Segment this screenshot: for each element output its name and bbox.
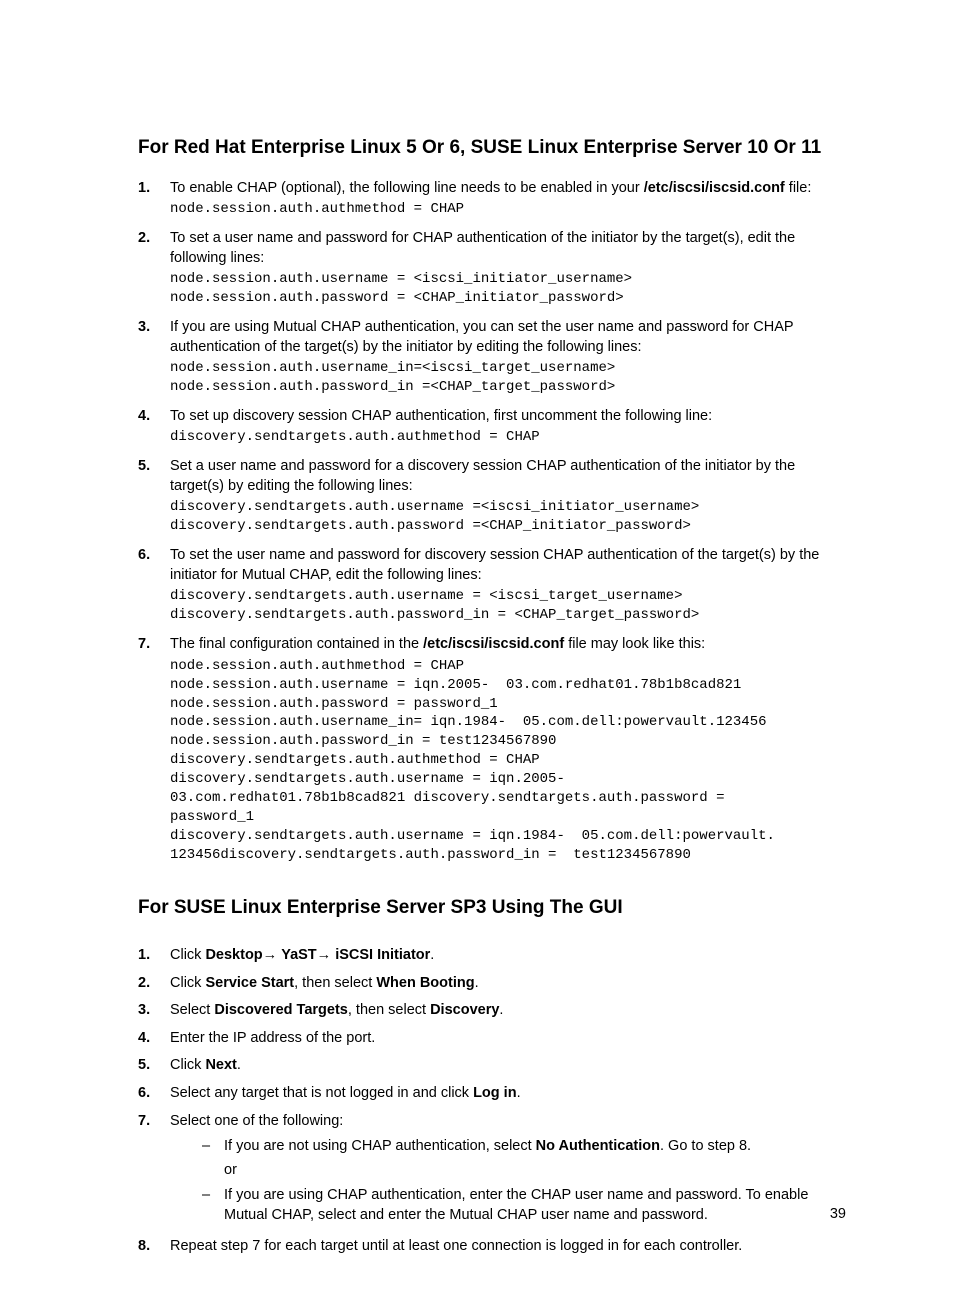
sub-option-text: If you are not using CHAP authentication…: [224, 1137, 846, 1157]
step-text: Enter the IP address of the port.: [170, 1029, 846, 1049]
step-number: 1.: [138, 179, 170, 199]
step-number: 1.: [138, 946, 170, 966]
step-text: To set the user name and password for di…: [170, 546, 846, 585]
code-block: node.session.auth.authmethod = CHAP node…: [170, 657, 846, 865]
step-text: Select Discovered Targets, then select D…: [170, 1001, 846, 1021]
step-8: 8. Repeat step 7 for each target until a…: [138, 1237, 846, 1259]
step-number: 2.: [138, 974, 170, 994]
step-text: Set a user name and password for a disco…: [170, 457, 846, 496]
procedure-list-2: 1. Click Desktop→ YaST→ iSCSI Initiator.…: [138, 946, 846, 1259]
step-text: The final configuration contained in the…: [170, 635, 846, 655]
step-text: Click Desktop→ YaST→ iSCSI Initiator.: [170, 946, 846, 966]
code-block: node.session.auth.username_in=<iscsi_tar…: [170, 359, 846, 397]
step-number: 7.: [138, 635, 170, 655]
step-text: Select one of the following:: [170, 1112, 846, 1132]
step-number: 3.: [138, 318, 170, 338]
step-text: Click Next.: [170, 1056, 846, 1076]
step-text: To set a user name and password for CHAP…: [170, 229, 846, 268]
sub-option-text: If you are using CHAP authentication, en…: [224, 1186, 846, 1225]
heading-rhel-suse: For Red Hat Enterprise Linux 5 Or 6, SUS…: [138, 135, 846, 161]
step-number: 4.: [138, 1029, 170, 1049]
step-5: 5. Set a user name and password for a di…: [138, 457, 846, 540]
step-text: To set up discovery session CHAP authent…: [170, 407, 846, 427]
step-5: 5. Click Next.: [138, 1056, 846, 1078]
code-block: discovery.sendtargets.auth.username =<is…: [170, 498, 846, 536]
step-number: 4.: [138, 407, 170, 427]
step-1: 1. Click Desktop→ YaST→ iSCSI Initiator.: [138, 946, 846, 968]
step-2: 2. Click Service Start, then select When…: [138, 974, 846, 996]
step-7: 7. Select one of the following: – If you…: [138, 1112, 846, 1232]
step-text: If you are using Mutual CHAP authenticat…: [170, 318, 846, 357]
dash-bullet: –: [202, 1186, 224, 1225]
document-page: For Red Hat Enterprise Linux 5 Or 6, SUS…: [0, 0, 954, 1315]
code-block: node.session.auth.username = <iscsi_init…: [170, 270, 846, 308]
step-number: 5.: [138, 1056, 170, 1076]
step-2: 2. To set a user name and password for C…: [138, 229, 846, 312]
step-text: To enable CHAP (optional), the following…: [170, 179, 846, 199]
step-text: Select any target that is not logged in …: [170, 1084, 846, 1104]
sub-option-1: – If you are not using CHAP authenticati…: [202, 1137, 846, 1180]
step-3: 3. If you are using Mutual CHAP authenti…: [138, 318, 846, 401]
step-1: 1. To enable CHAP (optional), the follow…: [138, 179, 846, 223]
step-6: 6. To set the user name and password for…: [138, 546, 846, 629]
dash-bullet: –: [202, 1137, 224, 1180]
code-block: discovery.sendtargets.auth.username = <i…: [170, 587, 846, 625]
step-number: 2.: [138, 229, 170, 249]
step-3: 3. Select Discovered Targets, then selec…: [138, 1001, 846, 1023]
step-number: 5.: [138, 457, 170, 477]
step-6: 6. Select any target that is not logged …: [138, 1084, 846, 1106]
procedure-list-1: 1. To enable CHAP (optional), the follow…: [138, 179, 846, 869]
sub-option-list: – If you are not using CHAP authenticati…: [202, 1137, 846, 1225]
step-7: 7. The final configuration contained in …: [138, 635, 846, 868]
step-number: 3.: [138, 1001, 170, 1021]
step-number: 7.: [138, 1112, 170, 1132]
step-number: 6.: [138, 546, 170, 566]
code-block: node.session.auth.authmethod = CHAP: [170, 200, 846, 219]
step-number: 6.: [138, 1084, 170, 1104]
step-4: 4. Enter the IP address of the port.: [138, 1029, 846, 1051]
step-number: 8.: [138, 1237, 170, 1257]
code-block: discovery.sendtargets.auth.authmethod = …: [170, 428, 846, 447]
page-number: 39: [830, 1205, 846, 1225]
or-text: or: [224, 1161, 846, 1181]
sub-option-2: – If you are using CHAP authentication, …: [202, 1186, 846, 1225]
step-4: 4. To set up discovery session CHAP auth…: [138, 407, 846, 451]
heading-suse-gui: For SUSE Linux Enterprise Server SP3 Usi…: [138, 895, 846, 921]
step-text: Repeat step 7 for each target until at l…: [170, 1237, 846, 1257]
step-text: Click Service Start, then select When Bo…: [170, 974, 846, 994]
